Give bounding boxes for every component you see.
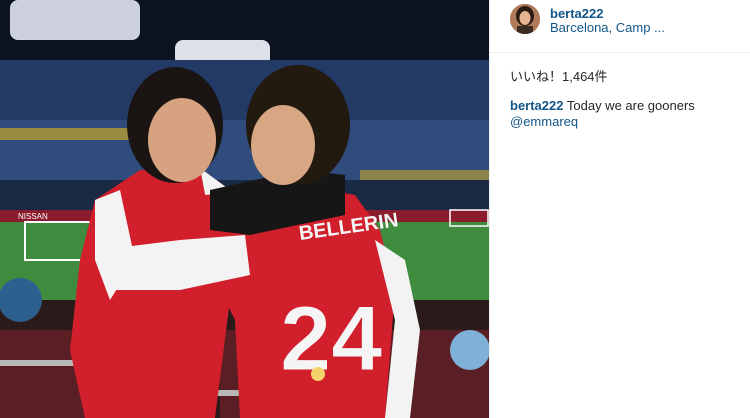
post-caption: berta222 Today we are gooners @emmareq — [510, 98, 740, 130]
banner-text: NISSAN — [18, 212, 48, 221]
post-location[interactable]: Barcelona, Camp ... — [550, 20, 665, 35]
caption-mention[interactable]: @emmareq — [510, 114, 578, 129]
post-username[interactable]: berta222 — [550, 6, 603, 21]
post-photo[interactable]: NISSAN BELLERIN 24 — [0, 0, 489, 418]
avatar[interactable] — [510, 4, 540, 34]
caption-username[interactable]: berta222 — [510, 98, 563, 113]
likes-count[interactable]: いいね！1,464件 — [510, 66, 608, 85]
post-header: berta222 Barcelona, Camp ... — [490, 0, 750, 53]
post-sidebar: berta222 Barcelona, Camp ... いいね！1,464件 … — [489, 0, 750, 418]
jersey-number: 24 — [280, 288, 382, 390]
caption-text: Today we are gooners — [566, 98, 695, 113]
